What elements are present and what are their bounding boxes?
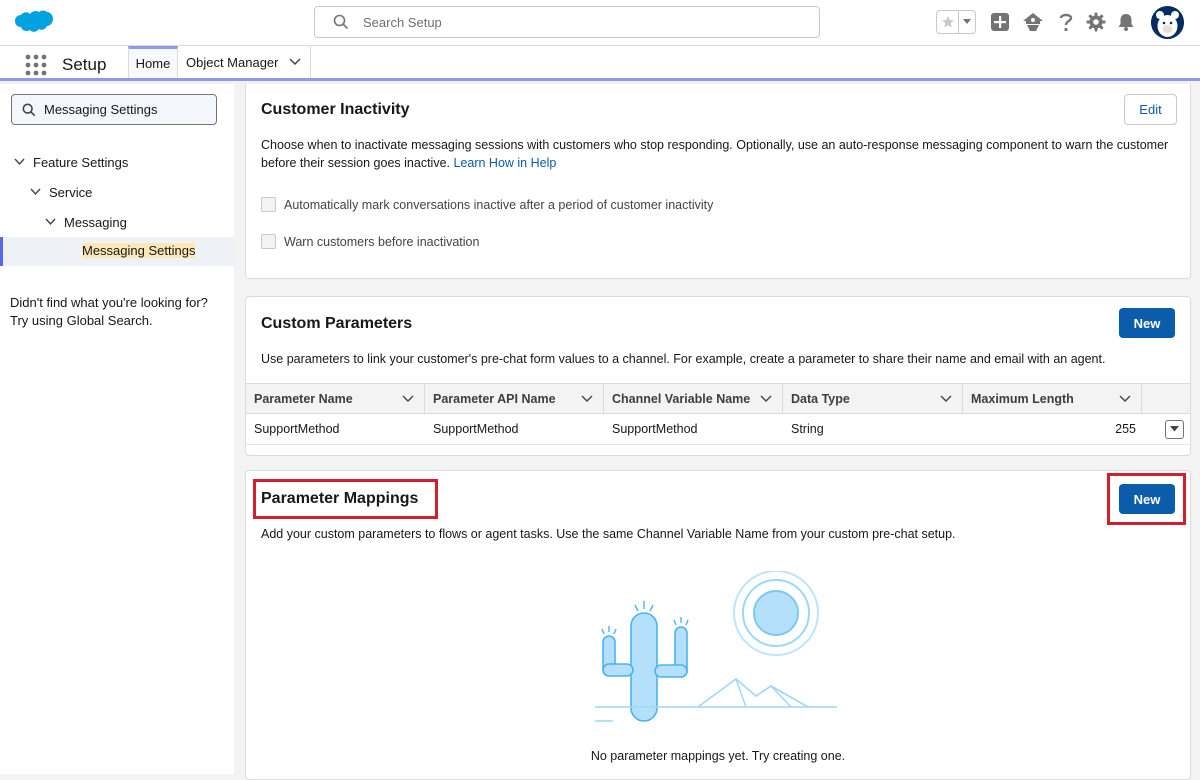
chevron-down-icon[interactable] <box>940 395 952 403</box>
star-icon <box>941 16 954 28</box>
quick-find-value: Messaging Settings <box>44 102 158 117</box>
setup-sidebar: Messaging Settings Feature Settings Serv… <box>0 84 234 774</box>
chevron-down-icon[interactable] <box>288 58 301 66</box>
tree-item-label: Feature Settings <box>33 154 129 170</box>
tree-item-feature-settings[interactable]: Feature Settings <box>14 152 128 172</box>
search-icon <box>333 14 349 30</box>
notifications-button[interactable] <box>1114 10 1138 34</box>
table-row: SupportMethod SupportMethod SupportMetho… <box>246 414 1190 445</box>
chevron-down-icon[interactable] <box>30 188 41 196</box>
user-avatar[interactable] <box>1151 6 1184 39</box>
cell-parameter-name: SupportMethod <box>254 422 340 436</box>
tab-home[interactable]: Home <box>128 46 178 78</box>
edit-button[interactable]: Edit <box>1124 94 1177 125</box>
salesforce-logo-icon[interactable] <box>14 9 54 37</box>
warn-customers-checkbox[interactable] <box>261 234 276 249</box>
cell-parameter-api-name: SupportMethod <box>433 422 519 436</box>
new-custom-parameter-button[interactable]: New <box>1119 308 1175 338</box>
cell-channel-variable-name: SupportMethod <box>612 422 698 436</box>
empty-state-desert-illustration <box>595 571 837 722</box>
cell-data-type: String <box>791 422 824 436</box>
setup-nav-bar: Setup Home Object Manager <box>0 46 1200 81</box>
title-highlight-box <box>253 479 438 519</box>
global-actions-button[interactable] <box>988 10 1012 34</box>
warn-customers-label: Warn customers before inactivation <box>284 234 480 249</box>
global-search-input[interactable] <box>363 8 803 36</box>
new-button-highlight-box <box>1107 473 1186 525</box>
column-header-maximum-length[interactable]: Maximum Length <box>963 384 1142 414</box>
parameter-mappings-description: Add your custom parameters to flows or a… <box>261 527 956 541</box>
favorites-button-group <box>936 10 976 34</box>
custom-parameters-card: Custom Parameters New Use parameters to … <box>245 296 1191 456</box>
tree-item-messaging[interactable]: Messaging <box>45 212 127 232</box>
chevron-down-icon[interactable] <box>45 218 56 226</box>
chevron-down-icon[interactable] <box>14 158 25 166</box>
tree-item-label: Service <box>49 184 93 200</box>
chevron-down-icon[interactable] <box>581 395 593 403</box>
tree-item-label: Messaging Settings <box>82 243 196 258</box>
description-text: Choose when to inactivate messaging sess… <box>261 138 1169 170</box>
empty-state-message: No parameter mappings yet. Try creating … <box>590 749 846 763</box>
custom-parameters-description: Use parameters to link your customer's p… <box>261 352 1106 366</box>
tree-item-label: Messaging <box>64 214 127 230</box>
chevron-down-icon[interactable] <box>402 395 414 403</box>
cell-maximum-length: 255 <box>1115 422 1136 436</box>
auto-inactive-checkbox[interactable] <box>261 197 276 212</box>
row-actions-menu-button[interactable] <box>1164 419 1184 439</box>
caret-down-icon <box>963 19 971 24</box>
quick-find-input[interactable]: Messaging Settings <box>11 94 217 125</box>
global-search-bar[interactable] <box>314 6 820 38</box>
global-header <box>0 0 1200 46</box>
astro-avatar-icon <box>1151 6 1184 39</box>
chevron-down-icon[interactable] <box>1119 395 1131 403</box>
help-button[interactable] <box>1054 10 1078 34</box>
tab-object-manager-label: Object Manager <box>186 54 279 70</box>
customer-inactivity-description: Choose when to inactivate messaging sess… <box>261 136 1176 172</box>
column-header-parameter-name[interactable]: Parameter Name <box>246 384 425 414</box>
row-actions-cell <box>1142 414 1190 444</box>
auto-inactive-label: Automatically mark conversations inactiv… <box>284 197 714 212</box>
customer-inactivity-card: Customer Inactivity Edit Choose when to … <box>245 84 1191 279</box>
help-icon <box>1059 13 1073 32</box>
tree-item-service[interactable]: Service <box>30 182 92 202</box>
auto-inactive-option: Automatically mark conversations inactiv… <box>261 197 713 212</box>
column-header-data-type[interactable]: Data Type <box>783 384 963 414</box>
trailhead-icon <box>1023 13 1043 31</box>
table-header-row: Parameter Name Parameter API Name Channe… <box>246 383 1190 414</box>
tab-object-manager[interactable]: Object Manager <box>178 46 311 78</box>
bell-icon <box>1118 14 1134 31</box>
gear-icon <box>1086 12 1106 32</box>
app-launcher-icon[interactable] <box>25 54 47 76</box>
customer-inactivity-title: Customer Inactivity <box>261 101 410 118</box>
column-header-channel-variable-name[interactable]: Channel Variable Name <box>604 384 783 414</box>
parameter-mappings-card: Parameter Mappings New Add your custom p… <box>245 470 1191 780</box>
app-name: Setup <box>62 55 107 74</box>
learn-how-link[interactable]: Learn How in Help <box>453 156 556 170</box>
favorites-dropdown-button[interactable] <box>959 11 975 33</box>
tree-item-messaging-settings[interactable]: Messaging Settings <box>0 237 234 266</box>
column-header-actions <box>1142 384 1190 414</box>
not-found-hint: Didn't find what you're looking for? Try… <box>10 295 208 328</box>
search-icon <box>22 103 36 116</box>
custom-parameters-table: Parameter Name Parameter API Name Channe… <box>246 383 1190 445</box>
favorites-star-button[interactable] <box>937 11 959 33</box>
custom-parameters-title: Custom Parameters <box>261 315 413 332</box>
trailhead-guidance-button[interactable] <box>1021 10 1045 34</box>
warn-customers-option: Warn customers before inactivation <box>261 234 479 249</box>
tab-home-label: Home <box>135 56 171 71</box>
add-icon <box>991 13 1009 31</box>
setup-gear-button[interactable] <box>1084 10 1108 34</box>
chevron-down-icon[interactable] <box>760 395 772 403</box>
caret-down-icon <box>1169 426 1179 432</box>
column-header-parameter-api-name[interactable]: Parameter API Name <box>425 384 604 414</box>
